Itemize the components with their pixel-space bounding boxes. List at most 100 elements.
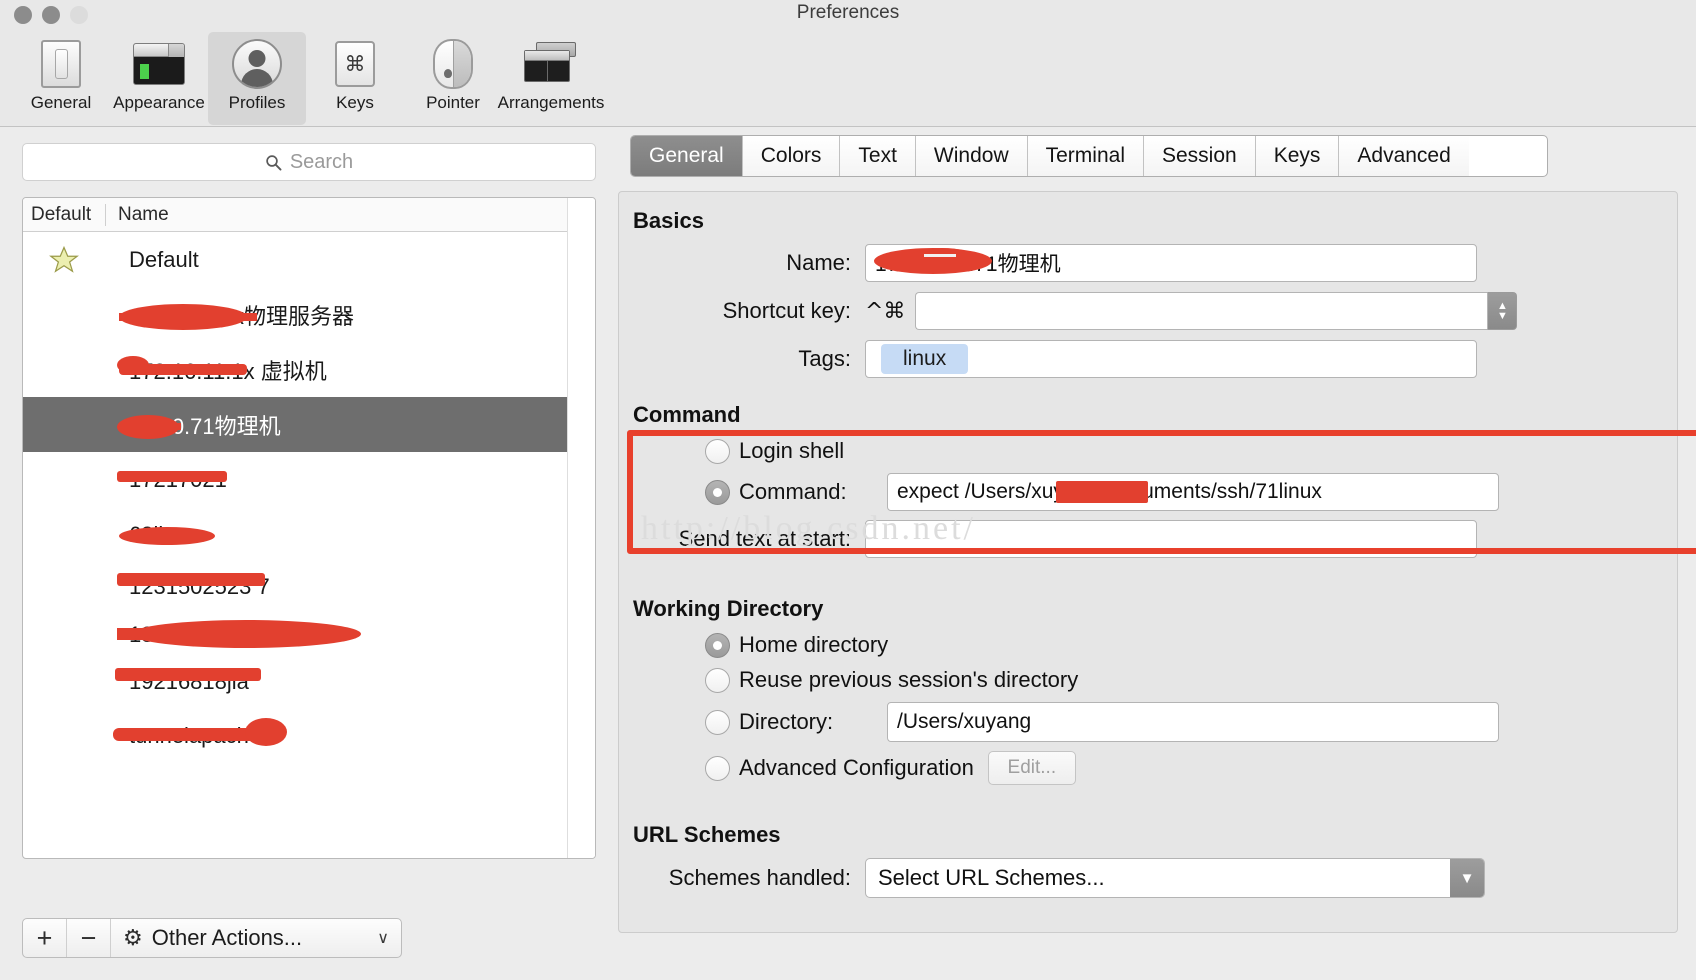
tab-window[interactable]: Window — [915, 136, 1028, 176]
gear-icon: ⚙ — [123, 925, 143, 950]
shortcut-row: Shortcut key: ^⌘ ▲ ▼ — [633, 292, 1655, 330]
chevron-down-icon: ▼ — [1450, 859, 1484, 897]
home-directory-radio[interactable] — [705, 632, 730, 658]
reuse-directory-row[interactable]: Reuse previous session's directory — [633, 667, 1655, 693]
toolbar-item-pointer[interactable]: Pointer — [404, 32, 502, 113]
other-actions-menu[interactable]: ⚙ Other Actions... ∨ — [111, 919, 401, 957]
table-row[interactable]: 182 ... aliyun — [23, 612, 567, 658]
tags-input[interactable]: linux — [865, 340, 1477, 378]
toolbar-item-keys[interactable]: ⌘ Keys — [306, 32, 404, 113]
toolbar-label-pointer: Pointer — [426, 93, 480, 112]
tab-terminal[interactable]: Terminal — [1027, 136, 1144, 176]
toolbar-item-arrangements[interactable]: Arrangements — [498, 32, 604, 113]
tags-row: Tags: linux — [633, 340, 1655, 378]
tag-chip[interactable]: linux — [881, 344, 969, 374]
profiles-sidebar: Search Default Name Default 172.16.10.х物… — [0, 127, 618, 980]
general-settings-panel: Basics Name: 172.16.10.71物理机 Shortcut ke… — [618, 191, 1696, 933]
preferences-window: Preferences General Appearance Profiles … — [0, 0, 1696, 980]
reuse-directory-radio[interactable] — [705, 667, 730, 693]
custom-directory-radio[interactable] — [705, 709, 730, 735]
tab-colors[interactable]: Colors — [742, 136, 841, 176]
command-input[interactable]: expect /Users/xuyang/Documents/ssh/71lin… — [887, 473, 1499, 511]
command-row: Command: expect /Users/xuyang/Documents/… — [633, 473, 1655, 511]
tab-general[interactable]: General — [631, 136, 743, 176]
tab-advanced[interactable]: Advanced — [1339, 136, 1469, 176]
profiles-icon — [229, 36, 285, 92]
home-directory-row[interactable]: Home directory — [633, 632, 1655, 658]
custom-directory-row: Directory: /Users/xuyang — [633, 702, 1655, 742]
directory-input[interactable]: /Users/xuyang — [887, 702, 1499, 742]
send-text-row: Send text at start: — [633, 520, 1655, 558]
basics-heading: Basics — [633, 208, 704, 233]
table-row[interactable]: 19216818jia — [23, 658, 567, 706]
remove-profile-button[interactable]: − — [67, 919, 111, 957]
schemes-dropdown[interactable]: Select URL Schemes... ▼ — [865, 858, 1485, 898]
tab-keys[interactable]: Keys — [1255, 136, 1340, 176]
edit-button[interactable]: Edit... — [987, 751, 1076, 785]
advanced-config-label: Advanced Configuration — [739, 755, 974, 780]
login-shell-radio[interactable] — [705, 438, 730, 464]
table-row[interactable]: 172.16.10.х物理服务器 — [23, 287, 567, 342]
tab-text[interactable]: Text — [840, 136, 916, 176]
send-text-label: Send text at start: — [678, 526, 851, 551]
tab-session[interactable]: Session — [1143, 136, 1256, 176]
send-text-input[interactable] — [865, 520, 1477, 558]
name-input[interactable]: 172.16.10.71物理机 — [865, 244, 1477, 282]
toolbar-label-profiles: Profiles — [228, 93, 286, 112]
keys-icon: ⌘ — [327, 36, 383, 92]
shortcut-stepper[interactable]: ▲ ▼ — [1487, 292, 1518, 330]
custom-directory-label: Directory: — [739, 709, 834, 734]
schemes-row: Schemes handled: Select URL Schemes... ▼ — [633, 858, 1655, 898]
toolbar-label-general: General — [30, 93, 92, 112]
preferences-toolbar: General Appearance Profiles ⌘ Keys Point… — [0, 32, 1696, 127]
search-input[interactable]: Search — [22, 143, 596, 181]
profile-name: 172.16.11.1х 虚拟机 — [129, 358, 327, 384]
search-icon — [266, 154, 282, 170]
working-directory-heading: Working Directory — [633, 596, 824, 621]
schemes-value: Select URL Schemes... — [878, 865, 1105, 890]
pointer-icon — [425, 36, 481, 92]
command-heading: Command — [633, 402, 741, 427]
shortcut-key-input[interactable] — [915, 292, 1488, 330]
profile-name: 10.10.71物理机 — [129, 413, 281, 439]
profile-name: 1231502523 7 — [129, 574, 270, 599]
command-glyph: ⌘ — [335, 41, 375, 87]
table-row[interactable]: 17217021 — [23, 452, 567, 507]
table-row[interactable]: tunnelapache — [23, 706, 567, 766]
profiles-list-header: Default Name — [23, 198, 567, 232]
toolbar-item-appearance[interactable]: Appearance — [110, 32, 208, 113]
default-star-icon — [23, 245, 105, 275]
profile-detail-pane: General Colors Text Window Terminal Sess… — [618, 127, 1696, 980]
arrangements-icon — [523, 36, 579, 92]
search-placeholder: Search — [289, 150, 354, 173]
table-row[interactable]: 172.16.11.1х 虚拟机 — [23, 342, 567, 397]
table-row[interactable]: Default — [23, 232, 567, 287]
preferences-body: Search Default Name Default 172.16.10.х物… — [0, 127, 1696, 980]
toolbar-label-keys: Keys — [336, 93, 374, 112]
table-row[interactable]: 68linux — [23, 507, 567, 562]
toolbar-label-appearance: Appearance — [113, 93, 205, 112]
toolbar-item-general[interactable]: General — [12, 32, 110, 113]
list-scrollbar[interactable] — [567, 198, 595, 858]
table-row[interactable]: 10.10.71物理机 — [23, 397, 567, 452]
table-row[interactable]: 1231502523 7 — [23, 562, 567, 612]
command-value: expect /Users/xuyang/Documents/ssh/71lin… — [897, 480, 1322, 503]
chevron-down-icon: ∨ — [377, 930, 389, 947]
url-schemes-heading: URL Schemes — [633, 822, 781, 847]
shortcut-label: Shortcut key: — [722, 298, 851, 323]
shortcut-modifiers: ^⌘ — [865, 298, 906, 324]
other-actions-label: Other Actions... — [151, 925, 303, 950]
add-profile-button[interactable]: + — [23, 919, 67, 957]
toolbar-item-profiles[interactable]: Profiles — [208, 32, 306, 125]
stepper-down-icon: ▼ — [1496, 309, 1508, 322]
column-header-name: Name — [118, 203, 169, 225]
title-bar: Preferences — [0, 0, 1696, 32]
command-radio[interactable] — [705, 479, 730, 505]
profile-name: 68linux — [129, 521, 199, 547]
login-shell-row[interactable]: Login shell — [633, 438, 1655, 464]
advanced-config-radio[interactable] — [705, 755, 730, 781]
name-row: Name: 172.16.10.71物理机 — [633, 244, 1655, 282]
login-shell-label: Login shell — [739, 438, 845, 463]
profile-name: 17217021 — [129, 466, 227, 492]
profile-name: Default — [129, 246, 199, 272]
